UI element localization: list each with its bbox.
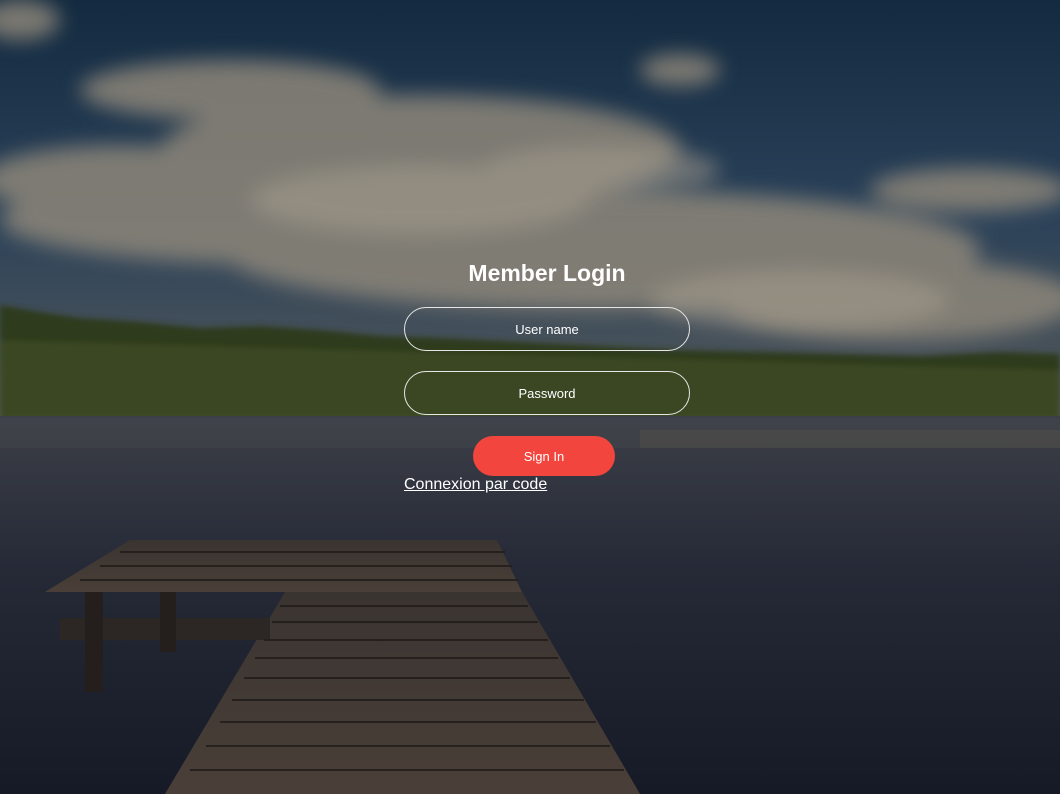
- password-input[interactable]: [404, 371, 690, 415]
- login-form: Member Login Sign In Connexion par code: [404, 255, 690, 494]
- sign-in-button[interactable]: Sign In: [473, 436, 615, 476]
- login-page: Member Login Sign In Connexion par code: [0, 0, 1060, 794]
- code-login-link[interactable]: Connexion par code: [404, 476, 547, 494]
- username-input[interactable]: [404, 307, 690, 351]
- login-title: Member Login: [468, 260, 626, 286]
